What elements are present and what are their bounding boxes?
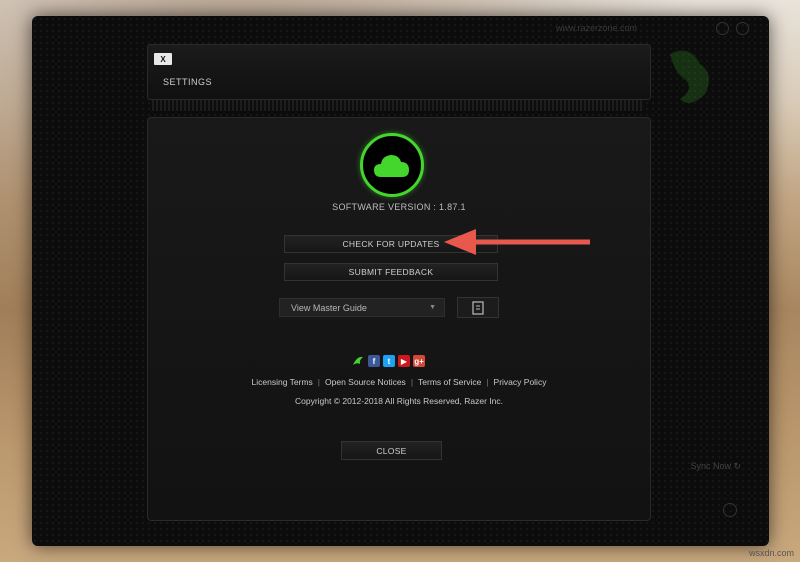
copyright-text: Copyright © 2012-2018 All Rights Reserve… [294, 396, 503, 406]
licensing-terms-link[interactable]: Licensing Terms [252, 377, 313, 387]
software-version: SOFTWARE VERSION : 1.87.1 [332, 202, 466, 212]
settings-title: SETTINGS [163, 77, 213, 87]
window-url-text: www.razerzone.com [556, 23, 638, 33]
watermark-text: wsxdn.com [748, 548, 794, 558]
master-guide-select-value: View Master Guide [291, 302, 367, 313]
cloud-logo-icon [360, 133, 424, 197]
razer-icon[interactable] [351, 355, 365, 367]
link-separator: | [410, 377, 414, 387]
footer-links: Licensing Terms | Open Source Notices | Term… [148, 377, 650, 387]
close-x-button[interactable]: X [154, 53, 172, 65]
submit-feedback-button[interactable]: SUBMIT FEEDBACK [284, 263, 498, 281]
privacy-policy-link[interactable]: Privacy Policy [494, 377, 547, 387]
open-source-notices-link[interactable]: Open Source Notices [325, 377, 406, 387]
minimize-icon[interactable] [716, 22, 729, 35]
settings-header: X SETTINGS [147, 44, 651, 100]
terms-of-service-link[interactable]: Terms of Service [418, 377, 481, 387]
master-guide-select[interactable]: View Master Guide ▼ [279, 298, 445, 317]
annotation-arrow-icon [444, 229, 590, 255]
document-icon [472, 300, 484, 315]
youtube-icon[interactable]: ▶ [398, 355, 410, 367]
settings-circle-icon [723, 503, 737, 517]
sync-now-text: Sync Now ↻ [690, 461, 741, 471]
razer-logo-icon [670, 50, 709, 103]
razer-synapse-window: www.razerzone.com Sync Now ↻ X SETTINGS … [32, 16, 769, 546]
chevron-down-icon: ▼ [429, 304, 436, 311]
social-icons: f t ▶ g+ [351, 355, 425, 367]
cloud-icon [374, 155, 409, 177]
link-separator: | [486, 377, 489, 387]
window-close-icon[interactable] [736, 22, 749, 35]
close-button[interactable]: CLOSE [341, 441, 442, 460]
open-guide-button[interactable] [457, 297, 499, 318]
google-plus-icon[interactable]: g+ [413, 355, 425, 367]
settings-panel: SOFTWARE VERSION : 1.87.1 CHECK FOR UPDA… [147, 117, 651, 521]
divider-hatch [152, 100, 644, 111]
twitter-icon[interactable]: t [383, 355, 395, 367]
link-separator: | [317, 377, 321, 387]
facebook-icon[interactable]: f [368, 355, 380, 367]
